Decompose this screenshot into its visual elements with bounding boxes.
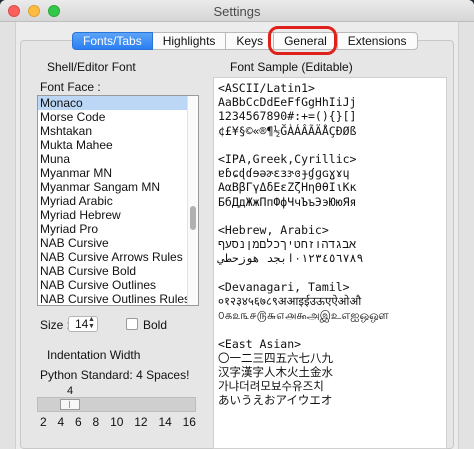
font-list-item[interactable]: NAB Cursive Outlines Rules [38,292,198,305]
font-list-item[interactable]: Muna [38,152,198,166]
font-list-item[interactable]: NAB Cursive Arrows Rules [38,250,198,264]
slider-tick-label: 12 [134,415,148,429]
font-list-item[interactable]: Myanmar MN [38,166,198,180]
font-sample-section-title: Font Sample (Editable) [230,60,353,74]
tab-highlights[interactable]: Highlights [152,32,227,50]
slider-handle-grip [69,401,70,408]
font-list-item[interactable]: NAB Cursive Bold [38,264,198,278]
font-list-item[interactable]: Myriad Arabic [38,194,198,208]
font-list-item[interactable]: NAB Cursive [38,236,198,250]
font-face-list[interactable]: Monaco Morse Code Mshtakan Mukta Mahee M… [37,95,199,306]
font-list-item[interactable]: Mshtakan [38,124,198,138]
font-list-item[interactable]: Mukta Mahee [38,138,198,152]
slider-tick-label: 16 [182,415,196,429]
left-background-strip [0,22,16,449]
slider-tick-label: 8 [92,415,100,429]
window-title: Settings [213,4,261,19]
font-list-item[interactable]: Myriad Hebrew [38,208,198,222]
bold-label: Bold [143,318,168,332]
indentation-slider[interactable] [37,397,196,412]
tab-bar: Fonts/Tabs Highlights Keys General Exten… [72,32,418,50]
slider-ticks: 2 4 6 8 10 12 14 16 [40,415,196,429]
bold-checkbox[interactable] [126,318,138,330]
slider-tick-label: 4 [57,415,65,429]
indentation-standard-label: Python Standard: 4 Spaces! [40,368,190,382]
font-list-item[interactable]: Morse Code [38,110,198,124]
font-list-item[interactable]: NAB Cursive Outlines [38,278,198,292]
chevron-up-down-icon: ▲ ▼ [88,316,95,330]
indentation-value: 4 [67,385,74,397]
tab-keys[interactable]: Keys [226,32,275,50]
slider-tick-label: 10 [110,415,124,429]
title-bar[interactable]: Settings [0,0,474,22]
tab-fonts-tabs[interactable]: Fonts/Tabs [72,32,153,50]
settings-window: Settings Fonts/Tabs Highlights Keys Gene… [0,0,474,449]
size-label: Size : [40,318,71,332]
font-sample-text[interactable]: <ASCII/Latin1> AaBbCcDdEeFfGgHhIiJj 1234… [218,81,446,408]
tab-general[interactable]: General [274,32,338,50]
font-sample-editor[interactable]: <ASCII/Latin1> AaBbCcDdEeFfGgHhIiJj 1234… [213,77,447,449]
indentation-section-title: Indentation Width [47,348,141,362]
right-background-strip [458,22,474,449]
slider-tick-label: 14 [158,415,172,429]
font-list-item[interactable]: Monaco [38,96,198,110]
slider-tick-label: 2 [40,415,47,429]
font-list-scrollbar[interactable] [187,96,198,305]
tab-extensions[interactable]: Extensions [337,32,418,50]
font-list-item[interactable]: Myanmar Sangam MN [38,180,198,194]
shell-font-section-title: Shell/Editor Font [47,60,136,74]
slider-handle[interactable] [60,399,80,410]
font-list-item[interactable]: Myriad Pro [38,222,198,236]
font-list-scroll-thumb[interactable] [190,206,196,230]
font-face-label: Font Face : [40,80,101,94]
slider-tick-label: 6 [75,415,82,429]
